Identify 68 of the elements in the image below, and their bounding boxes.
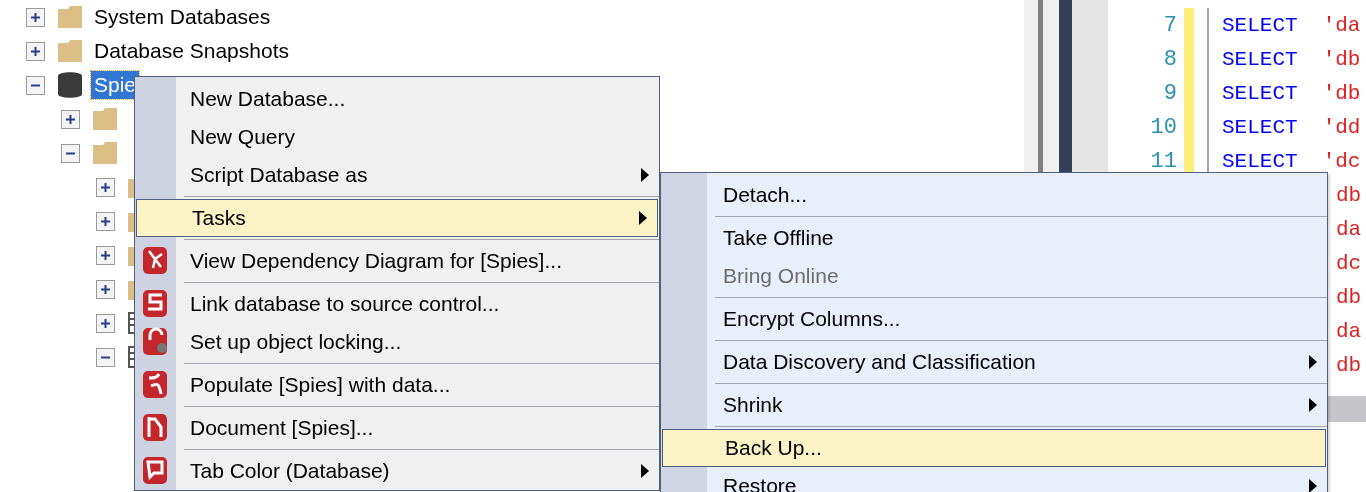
menu-item[interactable]: Populate [Spies] with data... <box>135 366 659 404</box>
sql-string: 'dc <box>1322 149 1361 173</box>
submenu-arrow-icon <box>639 211 647 225</box>
sql-string: db <box>1336 353 1362 377</box>
sql-string: da <box>1336 217 1362 241</box>
sql-keyword: SELECT <box>1222 81 1298 105</box>
menu-item[interactable]: Document [Spies]... <box>135 409 659 447</box>
line-number: 11 <box>1150 148 1177 174</box>
expand-icon[interactable] <box>96 313 115 333</box>
expand-icon[interactable] <box>61 109 80 129</box>
collapse-icon[interactable] <box>61 143 80 163</box>
menu-item[interactable]: View Dependency Diagram for [Spies]... <box>135 242 659 280</box>
link-icon <box>142 289 169 319</box>
menu-item[interactable]: Script Database as <box>135 156 659 194</box>
menu-item[interactable]: Link database to source control... <box>135 285 659 323</box>
expand-icon[interactable] <box>96 279 115 299</box>
menu-item[interactable]: Tasks <box>136 199 658 237</box>
sql-keyword: SELECT <box>1222 149 1298 173</box>
speech-bubble-icon <box>142 456 169 486</box>
collapse-icon[interactable] <box>26 75 45 95</box>
menu-item[interactable]: Back Up... <box>662 429 1326 467</box>
sql-keyword: SELECT <box>1222 13 1298 37</box>
sql-keyword: SELECT <box>1222 115 1298 139</box>
sql-string: 'da <box>1322 13 1361 37</box>
submenu-arrow-icon <box>641 168 649 182</box>
expand-icon[interactable] <box>96 245 115 265</box>
sql-string: 'db <box>1322 47 1361 71</box>
sql-string: db <box>1336 285 1362 309</box>
menu-item[interactable]: Data Discovery and Classification <box>661 343 1327 381</box>
line-number: 8 <box>1163 46 1177 72</box>
folder-icon <box>57 39 83 63</box>
lock-gear-icon <box>142 327 169 357</box>
sql-keyword: SELECT <box>1222 47 1298 71</box>
sql-string: 'dd <box>1322 115 1361 139</box>
change-bar <box>1184 8 1194 42</box>
submenu-arrow-icon <box>1309 479 1317 492</box>
submenu-arrow-icon <box>1309 398 1317 412</box>
submenu-arrow-icon <box>641 464 649 478</box>
folder-icon <box>57 5 83 29</box>
folder-icon <box>92 141 118 165</box>
tree-node[interactable]: Spie <box>91 71 140 99</box>
document-icon <box>142 413 169 443</box>
line-number: 9 <box>1163 80 1177 106</box>
tree-node[interactable]: Database Snapshots <box>91 37 292 65</box>
tree-node[interactable]: System Databases <box>91 3 274 31</box>
database-icon <box>57 71 83 99</box>
line-number: 7 <box>1163 12 1177 38</box>
folder-icon <box>92 107 118 131</box>
expand-icon[interactable] <box>96 177 115 197</box>
sql-string: db <box>1336 183 1362 207</box>
sql-string: 'db <box>1322 81 1361 105</box>
menu-item[interactable]: Tab Color (Database) <box>135 452 659 490</box>
expand-icon[interactable] <box>26 41 45 61</box>
collapse-icon[interactable] <box>96 347 115 367</box>
menu-item[interactable]: Shrink <box>661 386 1327 424</box>
expand-icon[interactable] <box>26 7 45 27</box>
submenu-arrow-icon <box>1309 355 1317 369</box>
populate-icon <box>142 370 169 400</box>
line-number: 10 <box>1150 114 1177 140</box>
menu-item[interactable]: Take Offline <box>661 219 1327 257</box>
menu-item[interactable]: Set up object locking... <box>135 323 659 361</box>
sql-string: dc <box>1336 251 1362 275</box>
menu-item[interactable]: Encrypt Columns... <box>661 300 1327 338</box>
expand-icon[interactable] <box>96 211 115 231</box>
sql-string: da <box>1336 319 1362 343</box>
diagram-icon <box>142 246 169 276</box>
menu-item[interactable]: Detach... <box>661 176 1327 214</box>
menu-item[interactable]: New Query <box>135 118 659 156</box>
